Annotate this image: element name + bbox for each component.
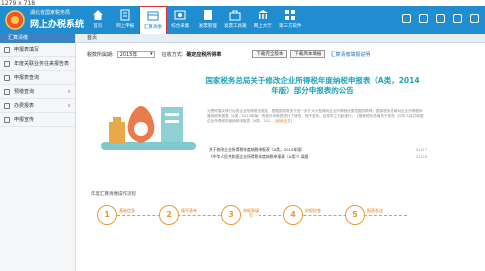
message-icon[interactable] — [402, 14, 411, 23]
user-icon[interactable] — [419, 14, 428, 23]
exit-icon[interactable] — [470, 14, 479, 23]
year-select[interactable]: 2015年 — [116, 50, 155, 58]
org-name: 湖北省国家税务局 — [30, 10, 71, 16]
sidebar-item-form-fill[interactable]: 申报表填写 — [0, 43, 75, 57]
nav-invoice[interactable]: 发票管理 — [194, 6, 222, 34]
sidebar-item-prepay[interactable]: 预缴查询 ∨ — [0, 85, 75, 99]
main-content: 首页 税款所属期: 2015年 征收方式: 确定应税所得率 下载完全版本 下载简… — [77, 34, 485, 271]
toolbox-icon — [229, 10, 241, 21]
home-icon — [92, 10, 103, 20]
promo-icon — [4, 117, 10, 123]
settlement-icon — [147, 11, 159, 21]
flow-step[interactable]: 1 基础信息 — [97, 204, 135, 230]
download-full-button[interactable]: 下载完全版本 — [252, 50, 288, 58]
flow-step[interactable]: 3 申报表填写 — [221, 204, 259, 230]
nav-thirdparty[interactable]: 第三方软件 — [277, 6, 305, 34]
announcement-body: 为贯彻落实修订后的企业所得税法规定，根据国务院关于进一步扩大小型微利企业所得税优… — [207, 109, 424, 124]
download-simple-button[interactable]: 下载简本填报 — [290, 50, 326, 58]
nav-collect[interactable]: 综合采集 — [167, 6, 195, 34]
hall-icon — [257, 10, 268, 19]
query-icon — [4, 75, 10, 81]
help-icon[interactable] — [453, 14, 462, 23]
breadcrumb: 首页 — [77, 34, 485, 43]
tax-emblem-icon — [5, 10, 25, 30]
sidebar-item-related-report[interactable]: 年度关联业务往来报告表 — [0, 57, 75, 71]
announcement-link-item[interactable]: 《中华人民共和国企业所得税年度纳税申报表（A类）》填报 01/26 — [209, 154, 427, 161]
help-link[interactable]: 汇算清缴填报说明 — [330, 51, 370, 58]
thirdparty-icon — [285, 10, 296, 20]
top-nav: 首页 网上申报 汇算清缴 综合采集 发票管理 发票工具箱 网上大厅 第三方软件 — [84, 6, 305, 41]
tax-bag-illustration — [101, 106, 196, 150]
year-label: 税款所属期: — [87, 51, 114, 58]
process-flow: 1 基础信息 2 填写表单 3 申报表填写 4 申报检查 5 报表发送 — [97, 204, 417, 234]
flow-step[interactable]: 2 填写表单 — [159, 204, 197, 230]
flow-title: 年度汇算清缴操作流程 — [91, 192, 136, 197]
nav-declare[interactable]: 网上申报 — [112, 6, 140, 34]
sidebar-item-fee-report[interactable]: 办费报表 ∨ — [0, 99, 75, 113]
announcement-title[interactable]: 国家税务总局关于修改企业所得税年度纳税申报表（A类，2014年版）部分申报表的公… — [205, 76, 420, 95]
fee-icon — [4, 103, 10, 109]
declare-icon — [120, 9, 130, 21]
method-label: 征收方式: — [161, 51, 184, 58]
invoice-icon — [203, 10, 212, 20]
sidebar: 汇算清缴 申报表填写 年度关联业务往来报告表 申报表查询 预缴查询 ∨ 办费报表… — [0, 34, 76, 271]
app-header: 湖北省国家税务局 网上办税系统 首页 网上申报 汇算清缴 综合采集 发票管理 发… — [0, 6, 485, 41]
collect-icon — [174, 10, 186, 20]
chevron-down-icon: ∨ — [67, 89, 71, 95]
flow-step[interactable]: 5 报表发送 — [345, 204, 383, 230]
settings-icon[interactable] — [436, 14, 445, 23]
method-value: 确定应税所得率 — [186, 51, 222, 58]
form-icon — [4, 47, 10, 53]
announcement-links: 关于修改企业所得税年度纳税申报表（A类，2014年版） 01/27 《中华人民共… — [209, 147, 427, 160]
flow-step[interactable]: 4 申报检查 — [283, 204, 321, 230]
announcement-banner: 国家税务总局关于修改企业所得税年度纳税申报表（A类，2014年版）部分申报表的公… — [91, 69, 471, 179]
sidebar-item-promo[interactable]: 申报宣传 — [0, 113, 75, 127]
header-tools — [402, 14, 479, 23]
nav-hall[interactable]: 网上大厅 — [249, 6, 277, 34]
sidebar-item-query[interactable]: 申报表查询 — [0, 71, 75, 85]
read-more-link[interactable]: [阅读全文] — [275, 119, 292, 123]
nav-toolbox[interactable]: 发票工具箱 — [222, 6, 250, 34]
chevron-down-icon: ∨ — [67, 103, 71, 109]
filter-bar: 税款所属期: 2015年 征收方式: 确定应税所得率 下载完全版本 下载简本填报… — [87, 50, 370, 58]
sidebar-header: 汇算清缴 — [0, 34, 75, 43]
app-title: 网上办税系统 — [30, 20, 85, 30]
nav-home[interactable]: 首页 — [84, 6, 112, 34]
report-icon — [4, 61, 10, 67]
breadcrumb-home[interactable]: 首页 — [87, 35, 97, 41]
prepay-icon — [4, 89, 10, 95]
